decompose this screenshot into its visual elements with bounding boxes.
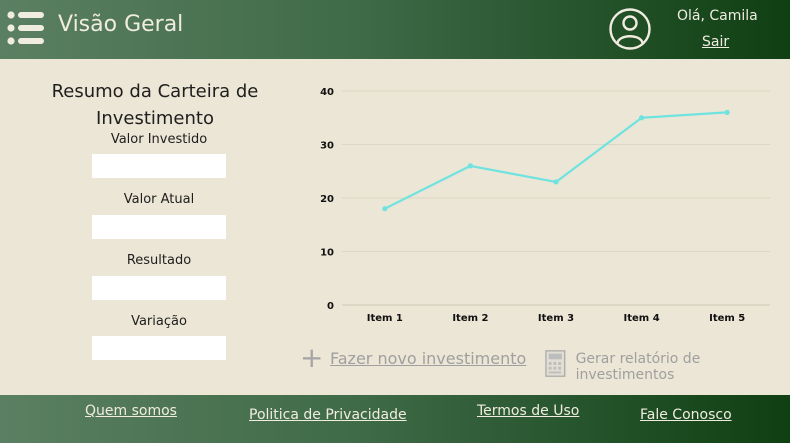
variation-field[interactable] <box>92 336 226 360</box>
x-tick-label: Item 5 <box>709 313 745 324</box>
user-greeting: Olá, Camila <box>677 8 758 24</box>
new-investment-button[interactable]: + Fazer novo investimento <box>300 341 527 374</box>
footer-bar: Quem somos Politica de Privacidade Termo… <box>0 395 790 443</box>
data-point <box>553 179 559 185</box>
menu-icon[interactable] <box>7 10 45 46</box>
logout-link[interactable]: Sair <box>702 34 729 50</box>
y-tick-label: 30 <box>320 141 334 152</box>
result-label: Resultado <box>126 253 192 268</box>
y-tick-label: 20 <box>320 194 334 205</box>
series-line <box>384 111 728 210</box>
result-field[interactable] <box>92 276 226 300</box>
data-point <box>724 109 730 115</box>
x-tick-label: Item 2 <box>452 313 488 324</box>
data-point <box>382 206 388 212</box>
data-point <box>467 163 473 169</box>
generate-report-button[interactable]: Gerar relatório de investimentos <box>545 345 790 383</box>
portfolio-line-chart: 0 10 20 30 40 Item 1 Item 2 Item 3 Item 4 Item 5 <box>320 87 770 324</box>
plus-icon: + <box>300 341 324 374</box>
y-tick-label: 10 <box>320 248 334 259</box>
x-tick-label: Item 1 <box>367 313 403 324</box>
invested-value-field[interactable] <box>92 154 226 178</box>
user-avatar-icon[interactable] <box>608 7 652 51</box>
x-tick-label: Item 3 <box>538 313 574 324</box>
y-tick-label: 40 <box>320 87 334 98</box>
generate-report-label: Gerar relatório de investimentos <box>575 351 701 383</box>
footer-link-privacy[interactable]: Politica de Privacidade <box>249 407 407 423</box>
summary-title: Resumo da Carteira de Investimento <box>51 81 259 129</box>
y-tick-label: 0 <box>327 301 334 312</box>
current-value-field[interactable] <box>92 215 226 239</box>
header-bar: Visão Geral Olá, Camila Sair <box>0 0 790 59</box>
new-investment-label: Fazer novo investimento <box>330 348 527 368</box>
data-point <box>639 115 645 121</box>
current-value-label: Valor Atual <box>123 192 195 207</box>
variation-label: Variação <box>131 314 187 329</box>
footer-link-terms[interactable]: Termos de Uso <box>477 403 579 419</box>
invested-value-label: Valor Investido <box>110 132 208 147</box>
x-tick-label: Item 4 <box>624 313 660 324</box>
page-title: Visão Geral <box>58 12 184 37</box>
report-icon <box>545 350 566 377</box>
footer-link-about[interactable]: Quem somos <box>85 403 177 419</box>
footer-link-contact[interactable]: Fale Conosco <box>640 407 732 423</box>
